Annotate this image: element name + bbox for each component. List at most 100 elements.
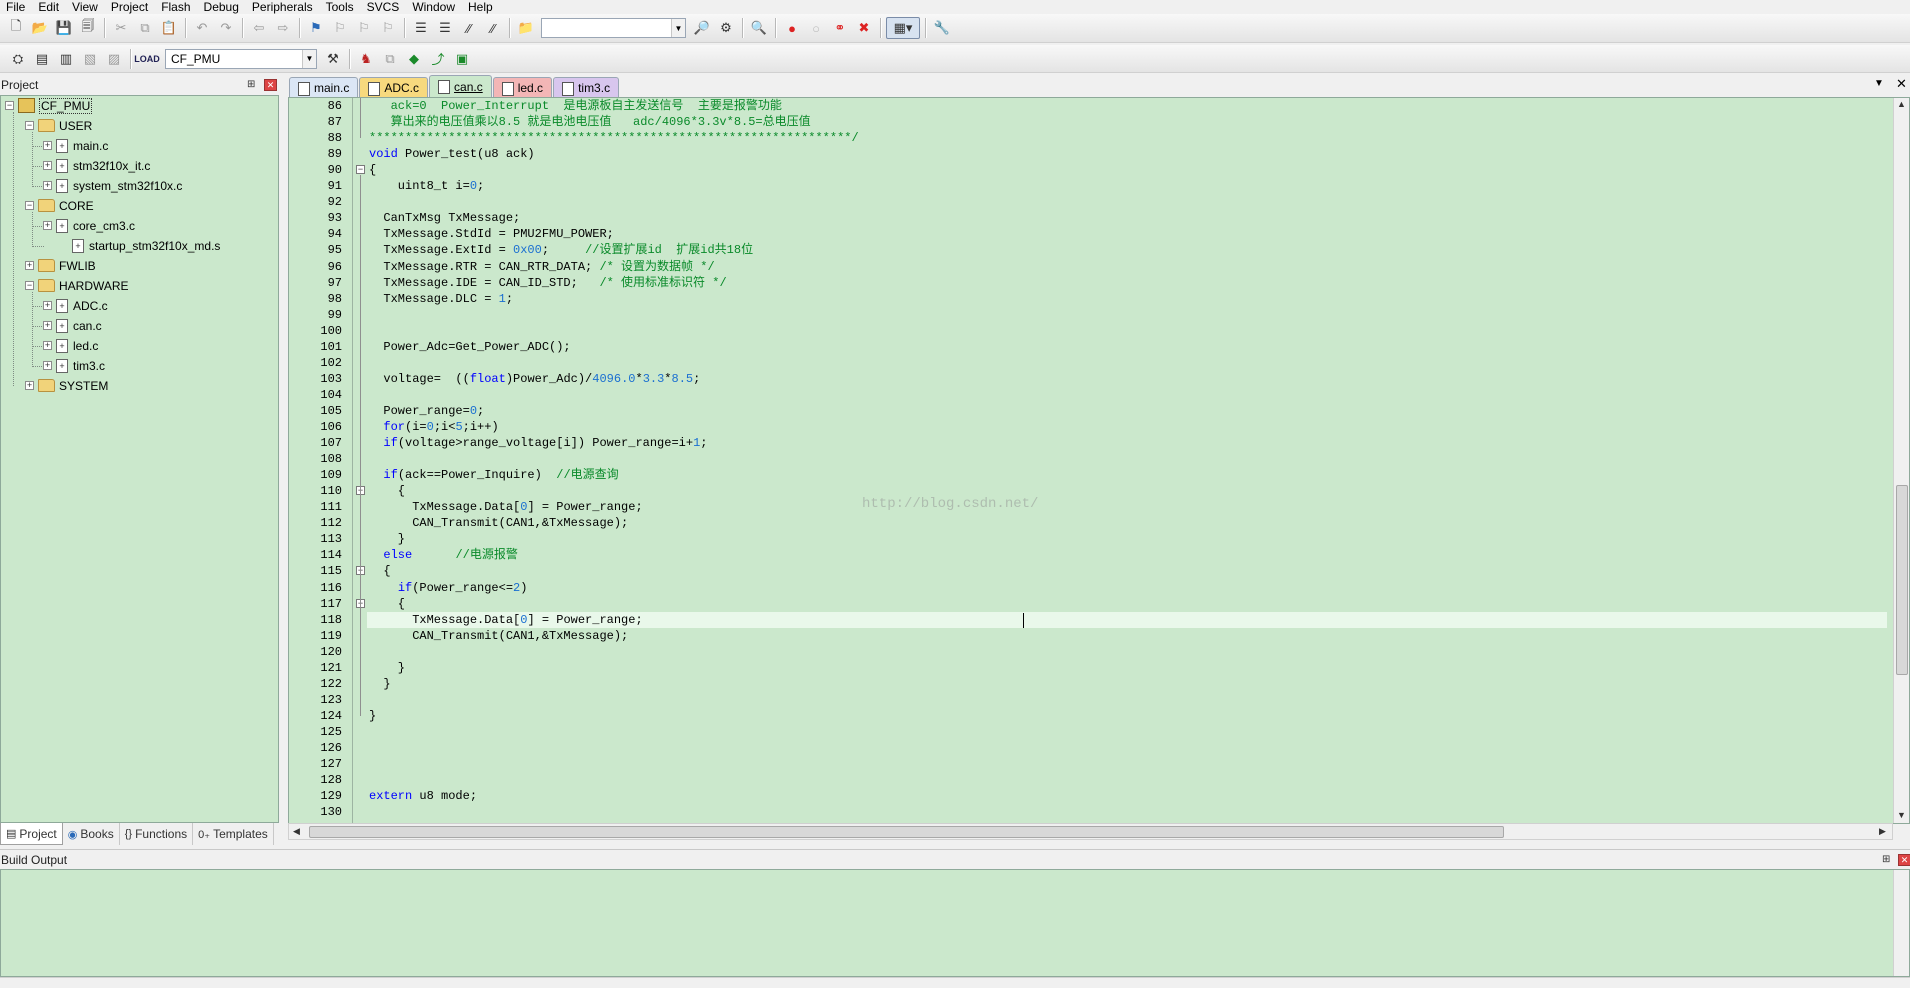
download-icon[interactable]: LOAD xyxy=(134,48,160,70)
close-icon[interactable]: ✕ xyxy=(264,79,277,91)
find-in-files-icon[interactable]: 📁 xyxy=(515,17,537,39)
code-line[interactable]: { xyxy=(367,563,390,579)
fold-toggle-icon[interactable]: − xyxy=(356,165,365,174)
code-line[interactable] xyxy=(367,740,369,756)
new-file-icon[interactable]: 🗋 xyxy=(5,17,27,39)
code-line[interactable]: } xyxy=(367,660,405,676)
indent-icon[interactable]: ☰ xyxy=(410,17,432,39)
uncomment-icon[interactable]: ⁄⁄ xyxy=(482,17,504,39)
code-line[interactable]: ack=0 Power_Interrupt 是电源板自主发送信号 主要是报警功能 xyxy=(367,98,782,114)
code-line[interactable]: CanTxMsg TxMessage; xyxy=(367,210,520,226)
tab-templates[interactable]: 0₊ Templates xyxy=(193,823,274,845)
expand-icon[interactable]: + xyxy=(43,221,52,230)
scroll-left-icon[interactable]: ◀ xyxy=(293,826,300,837)
find-combo[interactable]: ▼ xyxy=(541,18,686,38)
build-output-pane[interactable] xyxy=(0,869,1910,977)
configure-icon[interactable]: 🔧 xyxy=(931,17,953,39)
nav-forward-icon[interactable]: ⇨ xyxy=(272,17,294,39)
clear-bookmarks-icon[interactable]: ⚐ xyxy=(377,17,399,39)
pin-icon[interactable]: ⊞ xyxy=(1882,854,1890,865)
build-output-scrollbar[interactable] xyxy=(1893,870,1909,976)
tree-node[interactable]: + + can.c xyxy=(43,316,102,335)
stop-build-icon[interactable]: ▨ xyxy=(103,48,125,70)
collapse-icon[interactable]: − xyxy=(25,201,34,210)
tree-node[interactable]: + + main.c xyxy=(43,136,108,155)
tree-node[interactable]: + FWLIB xyxy=(25,256,96,275)
code-line[interactable] xyxy=(367,323,369,339)
code-line[interactable]: CAN_Transmit(CAN1,&TxMessage); xyxy=(367,628,628,644)
expand-icon[interactable]: + xyxy=(43,161,52,170)
horizontal-scrollbar[interactable]: ◀ ▶ xyxy=(288,823,1893,840)
menu-item-edit[interactable]: Edit xyxy=(32,0,66,14)
menu-item-debug[interactable]: Debug xyxy=(198,0,246,14)
code-line[interactable] xyxy=(367,724,369,740)
tab-list-chevron-icon[interactable]: ▼ xyxy=(1874,78,1884,89)
run-time-env-icon[interactable]: ⤴ xyxy=(427,48,449,70)
expand-icon[interactable]: + xyxy=(43,361,52,370)
disable-all-breakpoints-icon[interactable]: ⚭ xyxy=(829,17,851,39)
target-select[interactable]: CF_PMU ▼ xyxy=(165,48,317,69)
undo-icon[interactable]: ↶ xyxy=(191,17,213,39)
code-line[interactable]: CAN_Transmit(CAN1,&TxMessage); xyxy=(367,515,628,531)
pack-installer-icon[interactable]: ◆ xyxy=(403,48,425,70)
cut-icon[interactable]: ✂ xyxy=(110,17,132,39)
prev-bookmark-icon[interactable]: ⚐ xyxy=(329,17,351,39)
copy-icon[interactable]: ⧉ xyxy=(134,17,156,39)
tree-node[interactable]: + + system_stm32f10x.c xyxy=(43,176,182,195)
menu-item-flash[interactable]: Flash xyxy=(155,0,197,14)
code-line[interactable]: TxMessage.ExtId = 0x00; //设置扩展id 扩展id共18… xyxy=(367,242,753,258)
code-line[interactable]: if(voltage>range_voltage[i]) Power_range… xyxy=(367,435,707,451)
scroll-up-icon[interactable]: ▲ xyxy=(1897,99,1906,109)
code-line[interactable]: Power_Adc=Get_Power_ADC(); xyxy=(367,339,570,355)
code-line[interactable]: TxMessage.Data[0] = Power_range; xyxy=(367,499,642,515)
translate-icon[interactable]: ⛭ xyxy=(7,48,29,70)
collapse-icon[interactable]: − xyxy=(5,101,14,110)
tab-tim3-c[interactable]: tim3.c xyxy=(553,77,620,97)
code-line[interactable] xyxy=(367,644,369,660)
horizontal-scroll-thumb[interactable] xyxy=(309,826,1504,838)
tab-main-c[interactable]: main.c xyxy=(289,77,359,97)
bookmark-icon[interactable]: ⚑ xyxy=(305,17,327,39)
close-icon[interactable]: ✕ xyxy=(1898,854,1910,866)
unindent-icon[interactable]: ☰ xyxy=(434,17,456,39)
code-line[interactable] xyxy=(367,772,369,788)
code-line[interactable]: uint8_t i=0; xyxy=(367,178,484,194)
target-options-icon[interactable]: ⚒ xyxy=(322,48,344,70)
pin-icon[interactable]: ⊞ xyxy=(247,79,255,90)
tab-led-c[interactable]: led.c xyxy=(492,77,553,97)
tree-node[interactable]: − USER xyxy=(25,116,92,135)
collapse-icon[interactable]: − xyxy=(25,281,34,290)
code-line[interactable] xyxy=(367,194,369,210)
close-editor-icon[interactable]: ✕ xyxy=(1896,76,1907,92)
code-line[interactable] xyxy=(367,387,369,403)
code-line[interactable]: else //电源报警 xyxy=(367,547,517,563)
tree-node[interactable]: − HARDWARE xyxy=(25,276,129,295)
window-layout-icon[interactable]: ▦▾ xyxy=(886,17,920,39)
expand-icon[interactable]: + xyxy=(43,341,52,350)
open-folder-icon[interactable]: 📂 xyxy=(29,17,51,39)
expand-icon[interactable]: + xyxy=(25,261,34,270)
breakpoint-icon[interactable]: ● xyxy=(781,17,803,39)
comment-icon[interactable]: ⁄⁄ xyxy=(458,17,480,39)
code-line[interactable]: TxMessage.Data[0] = Power_range; xyxy=(367,612,1887,628)
scroll-down-icon[interactable]: ▼ xyxy=(1897,810,1906,820)
menu-item-help[interactable]: Help xyxy=(462,0,500,14)
nav-back-icon[interactable]: ⇦ xyxy=(248,17,270,39)
menu-item-tools[interactable]: Tools xyxy=(320,0,361,14)
code-line[interactable]: if(Power_range<=2) xyxy=(367,580,528,596)
code-line[interactable]: } xyxy=(367,708,376,724)
scroll-right-icon[interactable]: ▶ xyxy=(1879,826,1886,837)
tab-functions[interactable]: {} Functions xyxy=(120,823,194,845)
redo-icon[interactable]: ↷ xyxy=(215,17,237,39)
code-line[interactable]: Power_range=0; xyxy=(367,403,484,419)
code-line[interactable] xyxy=(367,804,369,820)
select-software-packs-icon[interactable]: ▣ xyxy=(451,48,473,70)
code-editor[interactable]: 86 87 88 89 90 91 92 93 94 95 96 97 98 99 100 101 102 103… xyxy=(288,97,1910,824)
tree-node[interactable]: + + core_cm3.c xyxy=(43,216,135,235)
code-line[interactable] xyxy=(367,692,369,708)
code-line[interactable]: { xyxy=(367,162,376,178)
kill-breakpoints-icon[interactable]: ✖ xyxy=(853,17,875,39)
code-line[interactable]: voltage= ((float)Power_Adc)/4096.0*3.3*8… xyxy=(367,371,700,387)
find-icon[interactable]: 🔎 xyxy=(691,17,713,39)
next-bookmark-icon[interactable]: ⚐ xyxy=(353,17,375,39)
